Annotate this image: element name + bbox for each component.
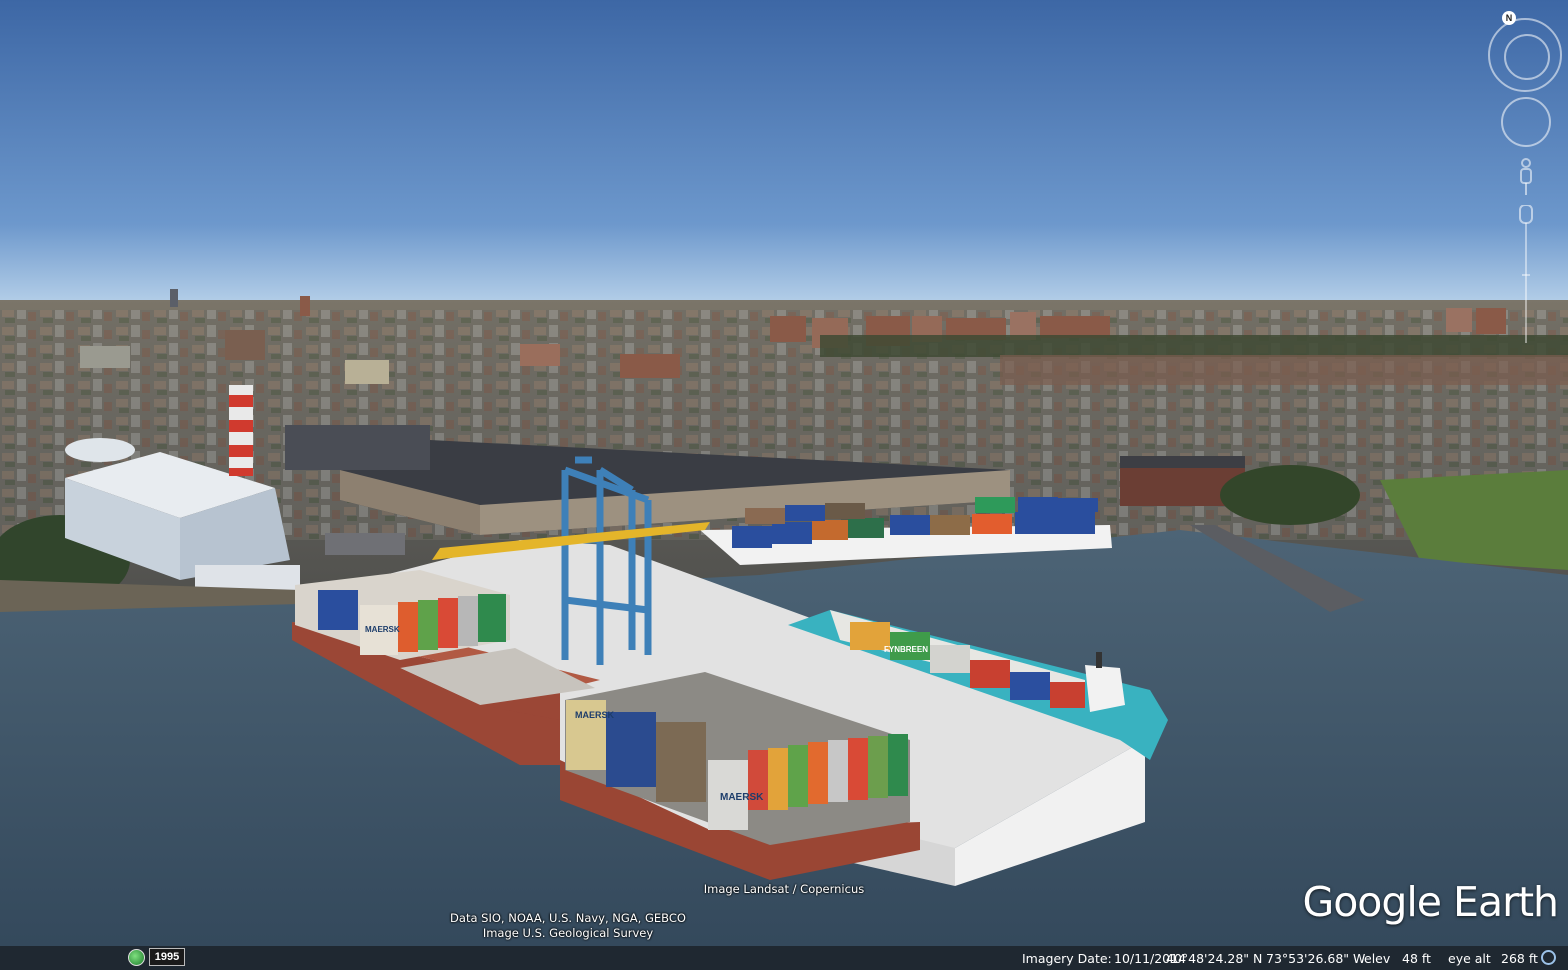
rail-yard bbox=[1000, 355, 1568, 385]
pegman-icon[interactable] bbox=[1516, 157, 1536, 197]
status-bar: Imagery Date: 10/11/2014 40°48'24.28" N … bbox=[0, 946, 1568, 970]
historical-imagery-icon[interactable] bbox=[128, 949, 145, 966]
historical-year-badge[interactable]: 1995 bbox=[149, 948, 185, 966]
ship-container-label: FYNBREEN bbox=[884, 645, 928, 654]
warehouse-2 bbox=[285, 425, 430, 470]
maersk-label-2: MAERSK bbox=[720, 792, 764, 803]
trees-right bbox=[1220, 465, 1360, 525]
usgs-attribution: Image U.S. Geological Survey bbox=[482, 926, 654, 940]
tree-line bbox=[820, 335, 1568, 357]
compass-north-icon[interactable]: N bbox=[1502, 11, 1516, 25]
google-earth-logo: Google Earth bbox=[1302, 878, 1559, 926]
sky bbox=[0, 0, 1568, 320]
maersk-label-1: MAERSK bbox=[575, 710, 615, 720]
maersk-label-3: MAERSK bbox=[365, 625, 400, 634]
data-attribution: Data SIO, NOAA, U.S. Navy, NGA, GEBCO bbox=[450, 911, 686, 925]
streaming-status-icon bbox=[1541, 950, 1556, 965]
storage-tanks bbox=[65, 438, 135, 462]
earth-3d-view[interactable]: MAERSK MAERSK MAERSK FYNBREEN bbox=[0, 0, 1568, 970]
zoom-slider[interactable] bbox=[1518, 205, 1534, 345]
quay-equipment bbox=[325, 533, 405, 555]
latitude: 40°48'24.28" N bbox=[1166, 951, 1263, 966]
warehouse-3-roof bbox=[1120, 456, 1245, 468]
look-joystick[interactable] bbox=[1488, 18, 1562, 92]
move-joystick[interactable] bbox=[1501, 97, 1551, 147]
smokestack bbox=[229, 385, 253, 476]
elev-label: elev bbox=[1364, 951, 1391, 966]
look-joystick-center[interactable] bbox=[1504, 34, 1550, 80]
elev-value: 48 ft bbox=[1402, 951, 1431, 966]
eye-alt-value: 268 ft bbox=[1501, 951, 1538, 966]
imagery-date-label: Imagery Date: bbox=[1022, 951, 1112, 966]
eye-alt-label: eye alt bbox=[1448, 951, 1491, 966]
longitude: 73°53'26.68" W bbox=[1266, 951, 1366, 966]
